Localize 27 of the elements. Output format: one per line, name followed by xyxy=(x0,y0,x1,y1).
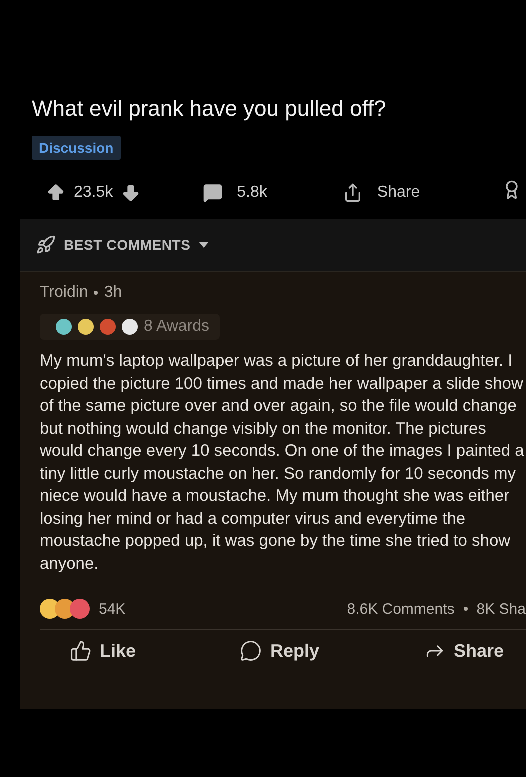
comment-time: 3h xyxy=(104,284,122,302)
comment-icon[interactable] xyxy=(203,182,224,202)
thumbs-up-icon xyxy=(70,640,92,662)
awards-count: 8 Awards xyxy=(144,318,210,336)
separator-dot xyxy=(464,607,468,611)
rocket-icon xyxy=(36,235,56,255)
flair-tag[interactable]: Discussion xyxy=(32,136,121,160)
downvote-icon[interactable] xyxy=(121,182,142,202)
post-title: What evil prank have you pulled off? xyxy=(32,96,388,122)
caret-icon[interactable] xyxy=(198,242,209,248)
vote-count: 23.5k xyxy=(74,184,114,202)
comment-text: My mum's laptop wallpaper was a picture of her granddaughter. I copied the picture 100 times and made her wallpaper a slide show of the same picture over and over again, so the file would change but nothing would change visibly on the monitor. The pictures would change every 10 seconds. On one of the images I painted a tiny little curly moustache on her. So randomly for 10 seconds my niece would have a moustache. My mum thought she was either losing her mind or had a computer virus and everytime the moustache popped up, it was gone by the time she tried to show anyone. xyxy=(40,351,526,574)
awards-bar[interactable]: 8 Awards xyxy=(40,314,220,340)
share-icon[interactable] xyxy=(343,182,364,202)
comment-stat[interactable]: 8.6K Comments xyxy=(347,600,455,618)
comment-author: Troidin xyxy=(40,284,88,302)
upvote-icon[interactable] xyxy=(46,182,66,202)
action-button[interactable]: Like xyxy=(70,640,136,662)
share-label[interactable]: Share xyxy=(377,184,420,202)
sort-label[interactable]: BEST COMMENTS xyxy=(64,237,191,253)
reaction-count: 54K xyxy=(99,600,126,618)
action-button[interactable]: Reply xyxy=(240,640,320,662)
action-button[interactable]: Share xyxy=(424,640,504,662)
share-stat[interactable]: 8K Sha xyxy=(476,600,526,618)
comment-count: 5.8k xyxy=(237,184,268,202)
speech-bubble-icon xyxy=(240,640,262,662)
separator-dot xyxy=(94,291,98,295)
